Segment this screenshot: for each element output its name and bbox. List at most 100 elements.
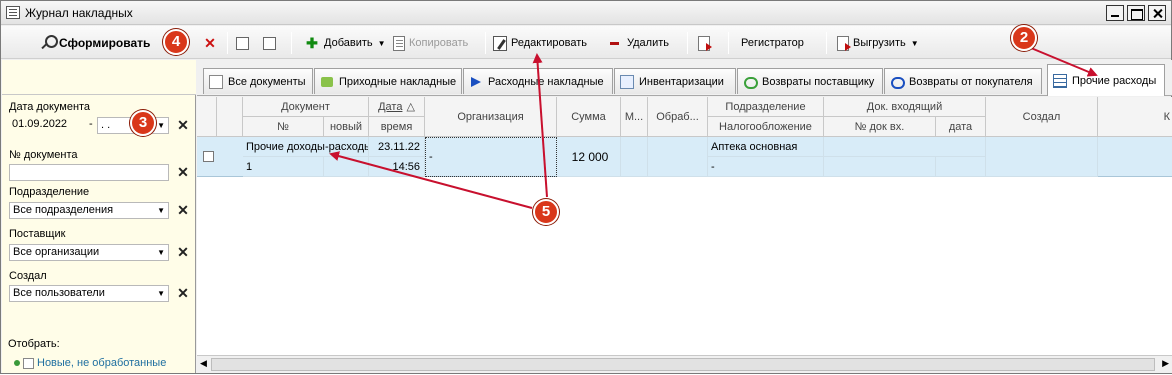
- incoming-icon: [320, 75, 334, 89]
- chevron-down-icon: ▼: [157, 248, 165, 257]
- search-icon: [39, 35, 58, 51]
- tab-supplier-returns[interactable]: Возвраты поставщику: [737, 68, 883, 94]
- clear-department-button[interactable]: ✕: [176, 203, 190, 217]
- scroll-left-icon[interactable]: ◀: [200, 358, 207, 369]
- scroll-right-icon[interactable]: ▶: [1162, 358, 1169, 369]
- copy-button[interactable]: Копировать: [393, 33, 468, 53]
- tab-other-expenses[interactable]: Прочие расходы: [1047, 64, 1165, 96]
- show-new-option[interactable]: Новые, не обработанные: [14, 357, 166, 369]
- tab-label: Все документы: [228, 75, 306, 88]
- show-new-checkbox[interactable]: [23, 357, 34, 369]
- header-organization[interactable]: Организация: [425, 97, 557, 137]
- delete-button[interactable]: Удалить: [607, 33, 669, 53]
- clear-date-button[interactable]: ✕: [176, 118, 190, 132]
- doc-number-input[interactable]: [9, 164, 169, 181]
- header-incoming-number[interactable]: № док вх.: [824, 117, 936, 137]
- header-k[interactable]: К: [1098, 97, 1172, 137]
- supplier-label: Поставщик: [9, 228, 66, 240]
- header-date[interactable]: Дата △: [369, 97, 425, 117]
- checkbox-checked-icon: [236, 36, 249, 50]
- header-processed[interactable]: Обраб...: [648, 97, 708, 137]
- tab-incoming-invoices[interactable]: Приходные накладные: [314, 68, 462, 94]
- tab-label: Расходные накладные: [488, 75, 604, 88]
- tab-outgoing-invoices[interactable]: Расходные накладные: [463, 68, 613, 94]
- generate-button[interactable]: Сформировать: [39, 33, 150, 53]
- document-icon: [209, 74, 223, 89]
- creator-select[interactable]: Все пользователи ▼: [9, 285, 169, 302]
- header-incoming-date[interactable]: дата: [936, 117, 986, 137]
- delete-label: Удалить: [627, 37, 669, 49]
- date-to-value: . .: [101, 119, 111, 131]
- cell-number: 1: [243, 157, 324, 177]
- show-label: Отобрать:: [8, 338, 60, 350]
- outgoing-icon: [469, 75, 483, 89]
- doc-number-label: № документа: [9, 149, 78, 161]
- scrollbar-thumb[interactable]: [211, 358, 1155, 371]
- generate-label: Сформировать: [59, 36, 151, 50]
- toolbar-separator: [687, 32, 688, 54]
- date-from-field[interactable]: 01.09.2022: [9, 117, 84, 134]
- cell-doc-type: Прочие доходы-расходы: [243, 137, 369, 157]
- horizontal-scrollbar[interactable]: ◀ ▶: [197, 355, 1172, 373]
- tab-label: Возвраты от покупателя: [909, 75, 1033, 88]
- maximize-button[interactable]: [1127, 5, 1145, 21]
- header-department[interactable]: Подразделение: [708, 97, 824, 117]
- minimize-button[interactable]: [1106, 5, 1124, 21]
- add-button[interactable]: ✚ Добавить ▼: [304, 33, 386, 53]
- edit-label: Редактировать: [511, 37, 587, 49]
- header-time[interactable]: время: [369, 117, 425, 137]
- toolbar-separator: [728, 32, 729, 54]
- print-button[interactable]: [698, 33, 712, 53]
- cell-created: [986, 137, 1098, 177]
- clear-button[interactable]: ✕: [202, 33, 218, 53]
- cell-organization[interactable]: -: [425, 137, 557, 177]
- title-bar: Журнал накладных: [1, 1, 1171, 25]
- supplier-select[interactable]: Все организации ▼: [9, 244, 169, 261]
- tab-all-documents[interactable]: Все документы: [203, 68, 313, 94]
- edit-button[interactable]: Редактировать: [493, 33, 587, 53]
- header-document: Документ: [243, 97, 369, 117]
- header-taxation[interactable]: Налогообложение: [708, 117, 824, 137]
- close-button[interactable]: [1148, 5, 1166, 21]
- header-new[interactable]: новый: [324, 117, 369, 137]
- chevron-down-icon: ▼: [377, 38, 386, 48]
- filter-panel-header: [2, 60, 196, 95]
- date-dash: -: [89, 118, 93, 130]
- registrar-button[interactable]: Регистратор: [741, 33, 804, 53]
- cell-taxation: -: [708, 157, 824, 177]
- export-button[interactable]: Выгрузить ▼: [837, 33, 919, 53]
- copy-label: Копировать: [409, 37, 469, 49]
- sort-ascending-icon: △: [406, 101, 415, 113]
- chevron-down-icon: ▼: [157, 289, 165, 298]
- cell-m: [621, 137, 648, 177]
- clear-doc-number-button[interactable]: ✕: [176, 165, 190, 179]
- cell-incoming-number: [824, 157, 936, 177]
- chevron-down-icon: ▼: [910, 38, 919, 48]
- toolbar-separator: [227, 32, 228, 54]
- clear-supplier-button[interactable]: ✕: [176, 245, 190, 259]
- callout-badge-5: 5: [533, 199, 559, 225]
- table-icon: [1053, 73, 1067, 88]
- header-created[interactable]: Создал: [986, 97, 1098, 137]
- edit-icon: [493, 35, 507, 51]
- tab-buyer-returns[interactable]: Возвраты от покупателя: [884, 68, 1042, 94]
- callout-badge-3: 3: [130, 110, 156, 136]
- cell-date: 23.11.22: [369, 137, 425, 157]
- check-all-button[interactable]: [236, 33, 249, 53]
- uncheck-all-button[interactable]: [263, 33, 276, 53]
- clear-creator-button[interactable]: ✕: [176, 286, 190, 300]
- header-m[interactable]: М...: [621, 97, 648, 137]
- registrar-label: Регистратор: [741, 37, 804, 49]
- row-checkbox[interactable]: [203, 151, 214, 162]
- header-sum[interactable]: Сумма: [557, 97, 621, 137]
- tab-label: Приходные накладные: [339, 75, 457, 88]
- cell-time: 14:56: [369, 157, 425, 177]
- return-icon: [743, 75, 758, 89]
- tab-inventories[interactable]: Инвентаризации: [614, 68, 736, 94]
- department-select[interactable]: Все подразделения ▼: [9, 202, 169, 219]
- date-label: Дата документа: [9, 101, 91, 113]
- tab-strip: Все документы Приходные накладные Расход…: [197, 60, 1172, 96]
- header-number[interactable]: №: [243, 117, 324, 137]
- cell-processed: [648, 137, 708, 177]
- department-value: Все подразделения: [13, 204, 114, 216]
